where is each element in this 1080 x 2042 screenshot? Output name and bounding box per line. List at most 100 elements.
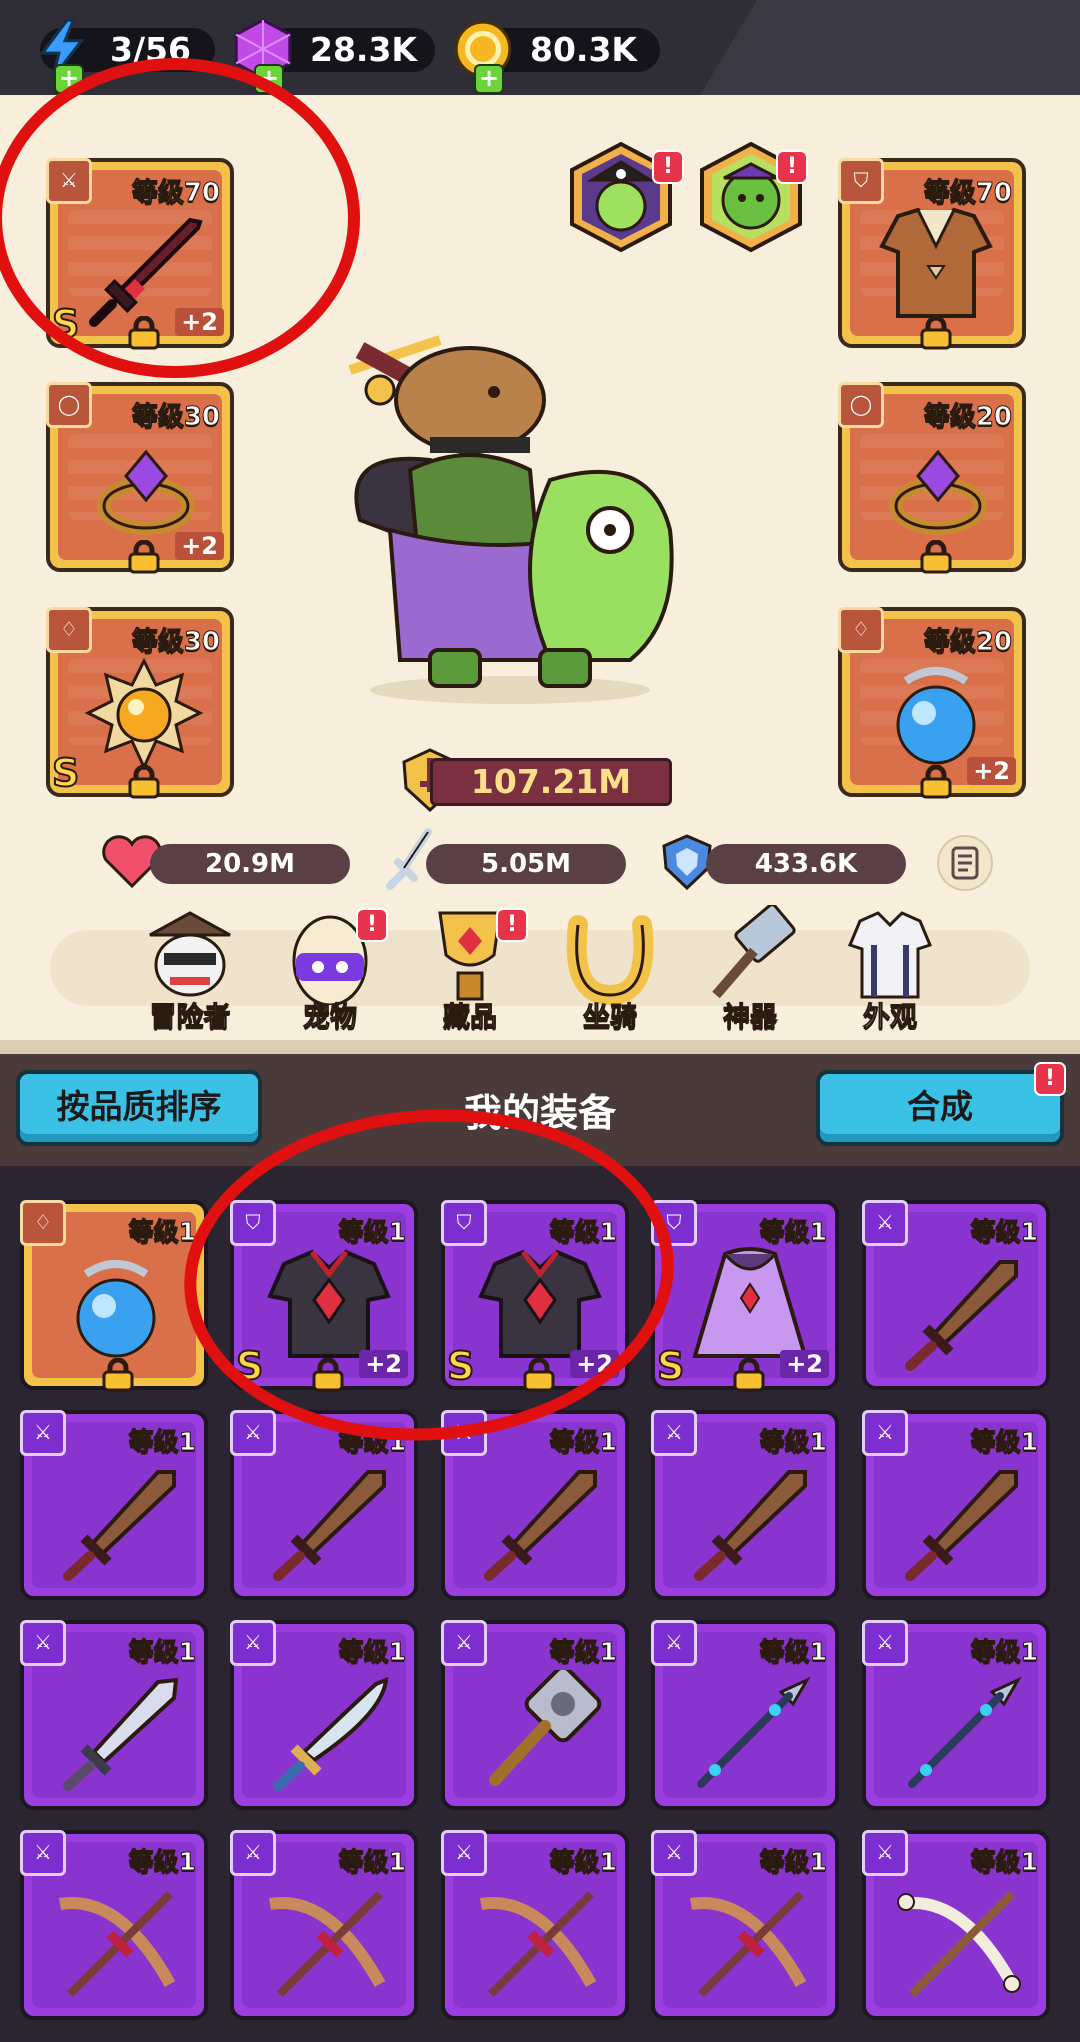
equipped-amulet-right-slot[interactable]: ♢ 等级20 +2 xyxy=(838,607,1026,799)
ring-slot-icon: ◯ xyxy=(46,382,92,428)
item-level: 等级1 xyxy=(759,1217,827,1247)
panel-edge xyxy=(0,1040,1080,1054)
nav-appearance[interactable]: 外观 xyxy=(830,905,950,1034)
gem-counter[interactable]: + 28.3K xyxy=(234,18,435,94)
inventory-item[interactable]: ⚔ 等级1 xyxy=(651,1620,839,1810)
sort-by-quality-button[interactable]: 按品质排序 xyxy=(16,1070,262,1146)
item-level: 等级1 xyxy=(759,1427,827,1457)
highlight-circle-equipped-weapon xyxy=(0,58,360,378)
ring-icon xyxy=(97,449,195,535)
stats-detail-icon[interactable] xyxy=(936,834,994,892)
item-level: 等级1 xyxy=(549,1637,617,1667)
wooden-sword-icon xyxy=(484,1470,597,1581)
inventory-item[interactable]: ⚔ 等级1 xyxy=(20,1830,208,2020)
blue-orb-icon xyxy=(76,1260,156,1358)
lock-icon xyxy=(920,765,952,799)
amulet-right-plus: +2 xyxy=(967,757,1016,785)
nav-artifact[interactable]: 神器 xyxy=(690,903,810,1034)
item-grade: S xyxy=(656,1343,685,1389)
pet-notification-badge: ! xyxy=(776,150,808,184)
sword-slot-icon: ⚔ xyxy=(20,1620,66,1666)
inventory-item[interactable]: ⚔ 等级1 xyxy=(862,1410,1050,1600)
gem-value: 28.3K xyxy=(310,30,417,69)
wooden-sword-icon xyxy=(694,1470,807,1581)
sword-slot-icon: ⚔ xyxy=(651,1830,697,1876)
sword-slot-icon: ⚔ xyxy=(230,1620,276,1666)
armor-level: 等级70 xyxy=(923,178,1012,209)
sword-slot-icon: ⚔ xyxy=(230,1410,276,1456)
amulet-left-grade: S xyxy=(51,750,80,796)
bone-bow-icon xyxy=(897,1891,1021,1997)
inventory-item[interactable]: ⚔ 等级1 xyxy=(862,1830,1050,2020)
sword-slot-icon: ⚔ xyxy=(862,1620,908,1666)
inventory-item[interactable]: ⚔ 等级1 xyxy=(862,1200,1050,1390)
sword-slot-icon: ⚔ xyxy=(862,1410,908,1456)
collection-nav-badge: ! xyxy=(496,908,528,942)
bow-icon xyxy=(480,1891,597,1997)
sword-slot-icon: ⚔ xyxy=(862,1200,908,1246)
pet-nav-badge: ! xyxy=(356,908,388,942)
nav-adventurer[interactable]: 冒险者 xyxy=(130,905,250,1034)
inventory-item[interactable]: ♢ 等级1 xyxy=(20,1200,208,1392)
inventory-item[interactable]: ⚔ 等级1 xyxy=(862,1620,1050,1810)
inventory-item[interactable]: ⚔ 等级1 xyxy=(441,1830,629,2020)
hammer-icon xyxy=(712,903,796,999)
item-level: 等级1 xyxy=(759,1847,827,1877)
bow-icon xyxy=(690,1891,807,1997)
wooden-sword-icon xyxy=(905,1470,1018,1581)
attack-stat: 5.05M xyxy=(426,844,626,884)
amulet-slot-icon: ♢ xyxy=(46,607,92,653)
inventory-item[interactable]: ⚔ 等级1 xyxy=(651,1410,839,1600)
item-level: 等级1 xyxy=(128,1637,196,1667)
equipped-ring-right-slot[interactable]: ◯ 等级20 xyxy=(838,382,1026,574)
nav-collection-label: 藏品 xyxy=(443,1002,498,1034)
bow-icon xyxy=(269,1891,386,1997)
equipped-ring-left-slot[interactable]: ◯ 等级30 +2 xyxy=(46,382,234,574)
wooden-sword-icon xyxy=(273,1470,386,1581)
nav-adventurer-label: 冒险者 xyxy=(149,1002,231,1034)
gold-add-button[interactable]: + xyxy=(474,64,504,94)
ring-right-level: 等级20 xyxy=(923,402,1012,433)
inventory-item[interactable]: ⛉ 等级1 S +2 xyxy=(651,1200,839,1392)
sword-slot-icon: ⚔ xyxy=(230,1830,276,1876)
merge-button[interactable]: 合成 xyxy=(816,1070,1064,1146)
inventory-item[interactable]: ⚔ 等级1 xyxy=(651,1830,839,2020)
spear-icon xyxy=(697,1676,811,1788)
item-level: 等级1 xyxy=(549,1427,617,1457)
lock-icon xyxy=(920,316,952,350)
pet-notification-badge: ! xyxy=(652,150,684,184)
equipped-amulet-left-slot[interactable]: ♢ 等级30 S xyxy=(46,607,234,799)
purple-cloak-icon xyxy=(692,1247,808,1358)
sword-slot-icon: ⚔ xyxy=(651,1410,697,1456)
wooden-sword-icon xyxy=(905,1260,1018,1371)
gold-value: 80.3K xyxy=(530,30,637,69)
sword-slot-icon: ⚔ xyxy=(20,1410,66,1456)
inventory-item[interactable]: ⚔ 等级1 xyxy=(441,1620,629,1810)
item-level: 等级1 xyxy=(549,1847,617,1877)
inventory-item[interactable]: ⚔ 等级1 xyxy=(20,1410,208,1600)
blue-orb-icon xyxy=(896,667,976,765)
inventory-item[interactable]: ⚔ 等级1 xyxy=(20,1620,208,1810)
item-level: 等级1 xyxy=(970,1217,1038,1247)
nav-mount[interactable]: 坐骑 xyxy=(550,905,670,1034)
inventory-item[interactable]: ⚔ 等级1 xyxy=(441,1410,629,1600)
ring-left-plus: +2 xyxy=(175,532,224,560)
item-level: 等级1 xyxy=(970,1427,1038,1457)
inventory-item[interactable]: ⚔ 等级1 xyxy=(230,1830,418,2020)
inventory-item[interactable]: ⚔ 等级1 xyxy=(230,1620,418,1810)
hero-character xyxy=(348,335,674,704)
outfit-icon xyxy=(847,911,933,999)
gold-counter[interactable]: + 80.3K xyxy=(454,20,660,94)
lock-icon xyxy=(102,1358,134,1392)
adventurer-icon xyxy=(149,911,231,997)
merge-notification-badge: ! xyxy=(1034,1062,1066,1096)
equipped-armor-slot[interactable]: ⛉ 等级70 xyxy=(838,158,1026,350)
lock-icon xyxy=(128,765,160,799)
armor-slot-icon: ⛉ xyxy=(838,158,884,204)
nav-mount-label: 坐骑 xyxy=(583,1002,638,1034)
ring-left-level: 等级30 xyxy=(131,402,220,433)
amulet-slot-icon: ♢ xyxy=(20,1200,66,1246)
sword-slot-icon: ⚔ xyxy=(651,1620,697,1666)
item-level: 等级1 xyxy=(759,1637,827,1667)
ring-icon xyxy=(889,449,987,535)
